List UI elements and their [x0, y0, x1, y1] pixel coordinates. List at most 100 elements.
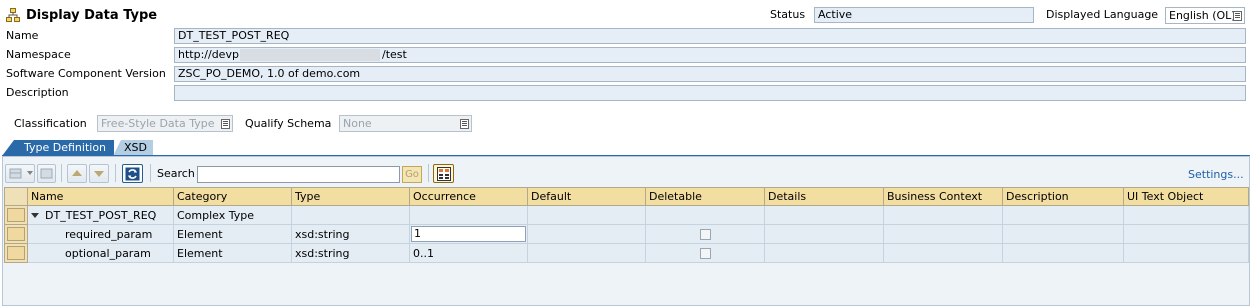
column-header-type[interactable]: Type [291, 187, 410, 206]
cell-category: Element [173, 243, 292, 263]
language-label: Displayed Language [1046, 8, 1159, 21]
row-selector[interactable] [4, 224, 28, 244]
tab-type-definition[interactable]: Type Definition [2, 140, 114, 156]
namespace-field: http://devp /test [174, 47, 1246, 63]
tab-type-definition-label: Type Definition [24, 141, 107, 154]
settings-link[interactable]: Settings... [1188, 168, 1244, 181]
name-label: Name [6, 29, 39, 42]
tab-xsd[interactable]: XSD [113, 140, 153, 156]
language-value: English (OL) [1169, 9, 1236, 22]
table-header-row: Name Category Type Occurrence Default De… [4, 187, 1249, 206]
cell-default [527, 243, 646, 263]
row-selector[interactable] [4, 243, 28, 263]
column-header-category[interactable]: Category [173, 187, 292, 206]
cell-occurrence: 0..1 [409, 243, 528, 263]
description-label: Description [6, 86, 69, 99]
qualify-schema-combo: None [339, 115, 472, 132]
cell-category: Element [173, 224, 292, 244]
cell-details [764, 205, 884, 225]
dropdown-list-icon [460, 119, 469, 129]
cell-default [527, 205, 646, 225]
search-input[interactable] [197, 166, 400, 183]
insert-row-icon [9, 168, 22, 179]
table-layout-icon [437, 167, 451, 181]
deletable-checkbox[interactable] [699, 229, 711, 240]
column-header-deletable[interactable]: Deletable [645, 187, 765, 206]
redacted-text [240, 49, 380, 61]
cell-type [291, 205, 410, 225]
tab-xsd-label: XSD [124, 141, 147, 154]
cell-occurrence[interactable]: 1 [409, 224, 528, 244]
cell-occurrence [409, 205, 528, 225]
description-field [174, 85, 1246, 101]
arrow-down-icon [94, 171, 104, 177]
row-selector[interactable] [4, 205, 28, 225]
occurrence-input[interactable]: 1 [411, 226, 526, 242]
column-header-name[interactable]: Name [27, 187, 174, 206]
column-header-business-context[interactable]: Business Context [883, 187, 1003, 206]
cell-ui-text-object [1123, 243, 1249, 263]
column-header-occurrence[interactable]: Occurrence [409, 187, 528, 206]
page-title: Display Data Type [26, 8, 158, 23]
toolbar-separator [115, 164, 116, 182]
cell-description [1002, 205, 1124, 225]
row-name-text: DT_TEST_POST_REQ [45, 208, 157, 222]
classification-label: Classification [14, 117, 87, 130]
table-row[interactable]: required_param Element xsd:string 1 [4, 224, 1249, 244]
cell-deletable [645, 224, 765, 244]
name-field: DT_TEST_POST_REQ [174, 28, 1246, 44]
column-header-description[interactable]: Description [1002, 187, 1124, 206]
toolbar-separator [61, 164, 62, 182]
language-dropdown[interactable]: English (OL) [1165, 7, 1245, 24]
cell-type: xsd:string [291, 224, 410, 244]
namespace-suffix: /test [382, 48, 407, 61]
cell-name: DT_TEST_POST_REQ [27, 205, 174, 225]
expand-triangle-icon[interactable] [31, 213, 39, 218]
table-row[interactable]: DT_TEST_POST_REQ Complex Type [4, 205, 1249, 225]
toolbar-separator [150, 164, 151, 182]
deletable-checkbox[interactable] [699, 248, 711, 259]
cell-deletable [645, 243, 765, 263]
insert-row-button[interactable] [5, 164, 35, 183]
cell-details [764, 243, 884, 263]
swcv-field: ZSC_PO_DEMO, 1.0 of demo.com [174, 66, 1246, 82]
cell-default [527, 224, 646, 244]
layout-button[interactable] [433, 164, 454, 183]
refresh-button[interactable] [122, 164, 143, 183]
move-up-button[interactable] [67, 164, 87, 183]
arrow-up-icon [72, 170, 82, 176]
search-label: Search [157, 167, 195, 180]
cell-type: xsd:string [291, 243, 410, 263]
data-type-hierarchy-icon [6, 8, 20, 22]
status-field: Active [814, 7, 1034, 23]
classification-combo: Free-Style Data Type [97, 115, 233, 132]
go-button[interactable]: Go [402, 166, 422, 183]
toolbar-separator [428, 164, 429, 182]
classification-value: Free-Style Data Type [101, 117, 215, 130]
cell-name: optional_param [27, 243, 174, 263]
type-definition-table: Name Category Type Occurrence Default De… [4, 187, 1249, 263]
cell-business-context [883, 243, 1003, 263]
cell-deletable [645, 205, 765, 225]
column-header-details[interactable]: Details [764, 187, 884, 206]
qualify-schema-label: Qualify Schema [245, 117, 332, 130]
status-label: Status [770, 8, 806, 21]
cell-category: Complex Type [173, 205, 292, 225]
table-row[interactable]: optional_param Element xsd:string 0..1 [4, 243, 1249, 263]
select-all-cell[interactable] [4, 187, 28, 206]
namespace-label: Namespace [6, 48, 71, 61]
cell-ui-text-object [1123, 205, 1249, 225]
cell-description [1002, 243, 1124, 263]
cell-business-context [883, 205, 1003, 225]
cell-description [1002, 224, 1124, 244]
namespace-prefix: http://devp [178, 48, 239, 61]
chevron-down-icon [27, 171, 33, 175]
qualify-schema-value: None [343, 117, 372, 130]
column-header-default[interactable]: Default [527, 187, 646, 206]
delete-row-button[interactable] [37, 164, 56, 183]
move-down-button[interactable] [89, 164, 109, 183]
column-header-ui-text-object[interactable]: UI Text Object [1123, 187, 1249, 206]
refresh-icon [125, 167, 140, 181]
dropdown-list-icon[interactable] [1233, 11, 1242, 21]
delete-row-icon [40, 168, 53, 179]
